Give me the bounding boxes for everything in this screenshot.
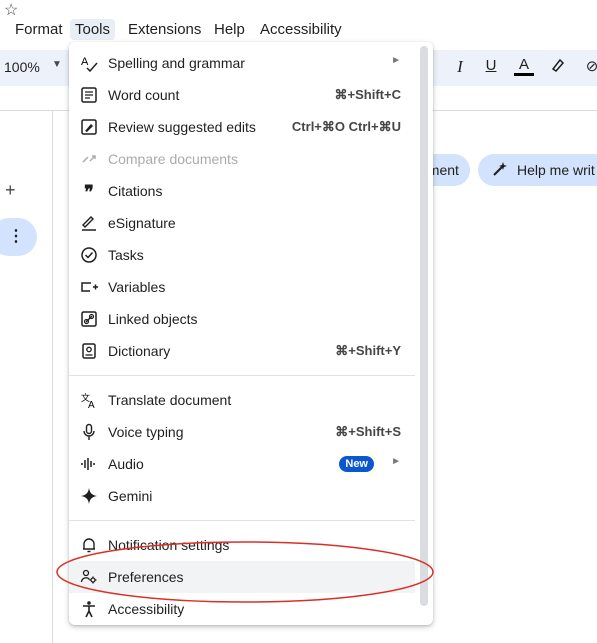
annotation-ellipse xyxy=(56,541,434,603)
